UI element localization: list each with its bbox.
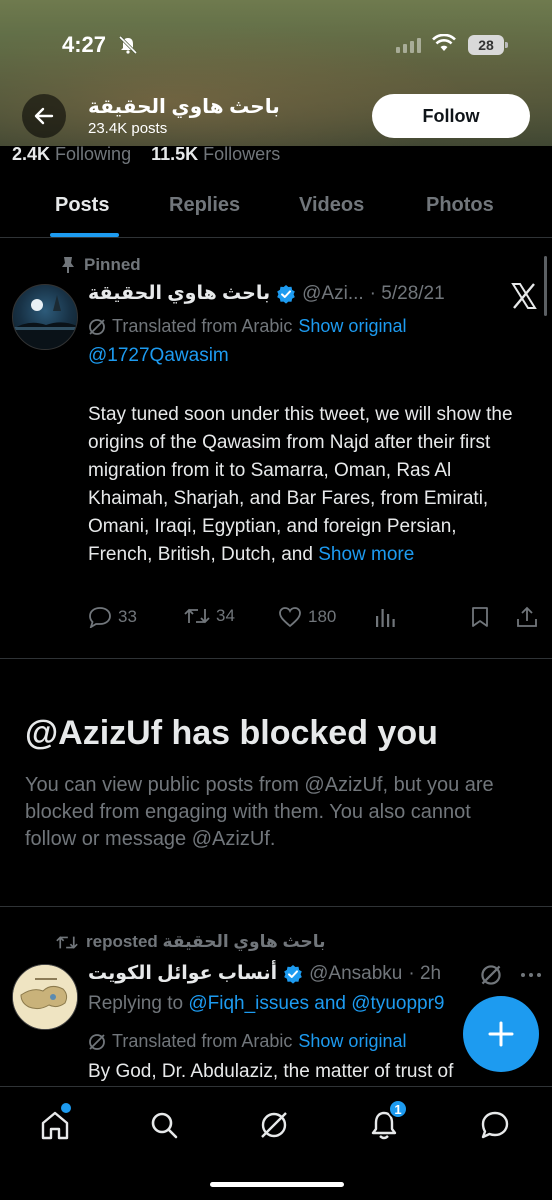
grok-icon [261, 1112, 287, 1138]
repost-author-avatar[interactable] [12, 964, 78, 1030]
notification-badge: 1 [388, 1099, 408, 1119]
post-divider [0, 658, 552, 659]
post-count: 23.4K posts [88, 120, 168, 137]
reply-icon [89, 607, 111, 628]
verified-badge-icon [284, 964, 302, 984]
repost-indicator: باحث هاوي الحقيقة reposted [56, 932, 325, 952]
like-button[interactable]: 180 [278, 606, 336, 628]
night-harbor-avatar-image [13, 295, 77, 349]
section-divider [0, 906, 552, 907]
tab-photos[interactable]: Photos [426, 194, 494, 217]
home-unread-dot [61, 1103, 71, 1113]
reply-button[interactable]: 33 [88, 606, 137, 628]
profile-name: باحث هاوي الحقيقة [88, 96, 280, 118]
tab-videos[interactable]: Videos [299, 194, 364, 217]
following-link[interactable]: 2.4K Following [12, 144, 131, 164]
show-original-link[interactable]: Show original [298, 1031, 406, 1052]
views-button[interactable] [374, 606, 396, 628]
plus-icon [488, 1021, 514, 1047]
back-button[interactable] [22, 94, 66, 138]
translation-notice: Translated from Arabic Show original [88, 1031, 406, 1052]
verified-badge-icon [277, 284, 295, 304]
active-tab-indicator [50, 233, 119, 237]
repost-header: أنساب عوائل الكويت @Ansabku · 2h [88, 962, 441, 985]
pinned-post-avatar[interactable] [12, 284, 78, 350]
bell-off-icon [118, 36, 138, 54]
compose-post-button[interactable] [463, 996, 539, 1072]
repost-icon [184, 608, 210, 624]
post-date: · 5/28/21 [369, 282, 445, 304]
follow-stats: 2.4K Following 11.5K Followers [12, 144, 280, 165]
grok-icon [89, 318, 105, 335]
replying-to: Replying to @Fiqh_issues and @tyuoppr9 [88, 993, 445, 1014]
follow-button[interactable]: Follow [372, 94, 530, 138]
mention-link[interactable]: @1727Qawasim [88, 345, 229, 367]
repost-header-actions [480, 964, 542, 986]
grok-icon[interactable] [480, 964, 502, 986]
post-author-handle[interactable]: @Azi... [302, 283, 364, 305]
pin-icon [62, 257, 74, 273]
blocked-description: You can view public posts from @AzizUf, … [25, 774, 494, 850]
repost-text: By God, Dr. Abdulaziz, the matter of tru… [88, 1061, 454, 1082]
pinned-indicator: Pinned [60, 255, 141, 275]
tab-posts[interactable]: Posts [55, 194, 109, 217]
share-button[interactable] [516, 606, 538, 628]
nav-notifications[interactable]: 1 [366, 1099, 408, 1143]
status-time: 4:27 [62, 32, 107, 57]
translation-notice: Translated from Arabic Show original [88, 316, 406, 337]
pinned-post-text: Stay tuned soon under this tweet, we wil… [88, 404, 513, 565]
post-author-name[interactable]: باحث هاوي الحقيقة [88, 282, 270, 305]
nav-home[interactable] [37, 1103, 73, 1143]
message-icon [481, 1111, 509, 1139]
bookmark-icon [472, 607, 488, 627]
profile-tabs: Posts Replies Videos Photos [0, 186, 552, 238]
repost-icon [56, 935, 78, 949]
nav-grok[interactable] [256, 1107, 292, 1143]
repost-author-handle[interactable]: @Ansabku [309, 963, 402, 985]
arrow-left-icon [34, 107, 54, 125]
post-actions: 33 34 180 [88, 606, 540, 634]
bookmark-button[interactable] [470, 606, 490, 628]
replying-to-links[interactable]: @Fiqh_issues and @tyuoppr9 [188, 993, 444, 1014]
tab-replies[interactable]: Replies [169, 194, 240, 217]
repost-author-name[interactable]: أنساب عوائل الكويت [88, 962, 277, 985]
repost-button[interactable]: 34 [184, 606, 235, 626]
map-avatar-image [13, 965, 77, 1029]
more-options-icon[interactable] [520, 972, 542, 978]
x-logo-icon [511, 283, 537, 309]
analytics-icon [376, 609, 395, 627]
search-icon [151, 1112, 178, 1139]
nav-search[interactable] [146, 1107, 182, 1143]
show-original-link[interactable]: Show original [298, 316, 406, 337]
home-icon [41, 1111, 69, 1140]
battery-indicator: 28 [468, 35, 508, 55]
show-more-link[interactable]: Show more [318, 544, 414, 565]
scrollbar[interactable] [544, 256, 547, 316]
grok-icon [89, 1033, 105, 1050]
share-icon [517, 606, 537, 627]
followers-link[interactable]: 11.5K Followers [151, 144, 280, 164]
heart-icon [279, 607, 301, 628]
wifi-icon [432, 34, 456, 51]
repost-time: · 2h [408, 962, 442, 984]
home-indicator [210, 1182, 344, 1187]
pinned-post-header: باحث هاوي الحقيقة @Azi... · 5/28/21 [88, 282, 468, 305]
nav-messages[interactable] [477, 1107, 513, 1143]
cellular-signal-icon [396, 38, 421, 53]
blocked-title: @AzizUf has blocked you [25, 714, 438, 752]
